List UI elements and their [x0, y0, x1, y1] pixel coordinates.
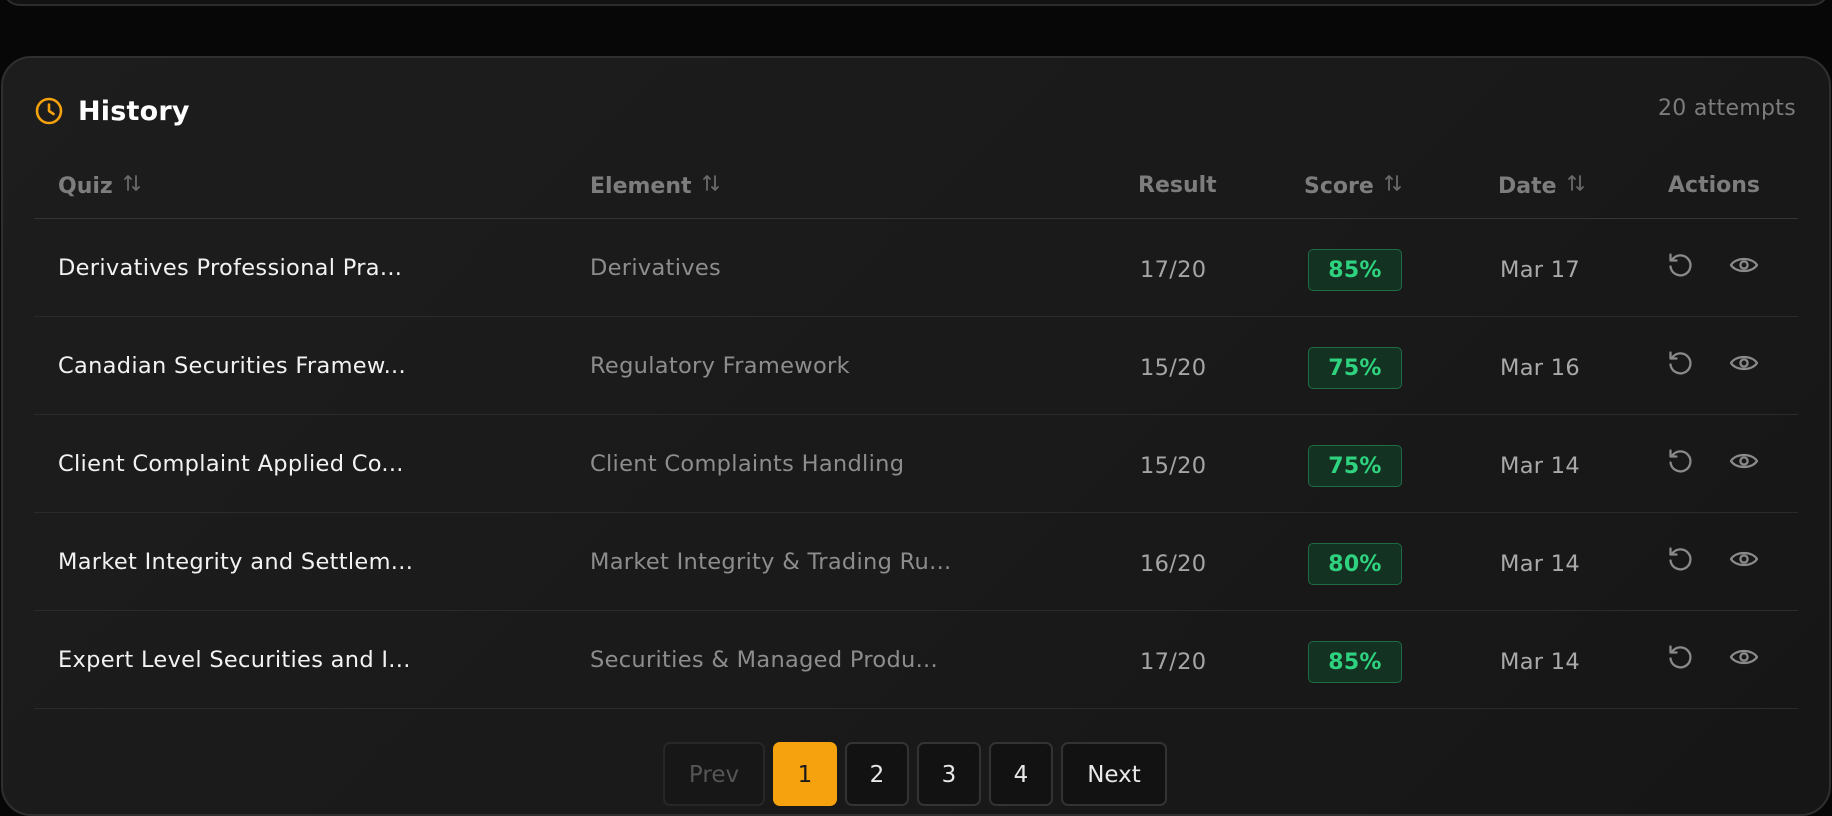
page-button-3[interactable]: 3: [917, 742, 981, 806]
table-row[interactable]: Expert Level Securities and I... Securit…: [34, 611, 1798, 709]
page-button-2[interactable]: 2: [845, 742, 909, 806]
eye-icon[interactable]: [1728, 251, 1760, 279]
pagination: Prev 1 2 3 4 Next: [663, 742, 1167, 806]
column-quiz[interactable]: Quiz: [58, 173, 141, 199]
column-actions: Actions: [1668, 173, 1760, 198]
column-date[interactable]: Date: [1498, 173, 1585, 199]
retry-icon[interactable]: [1664, 347, 1696, 379]
previous-card: [2, 0, 1830, 6]
score-badge: 75%: [1308, 445, 1402, 487]
quiz-name: Market Integrity and Settlem...: [58, 549, 414, 575]
date-value: Mar 14: [1500, 453, 1581, 479]
table-header: Quiz Element Result Score Date Actions: [34, 168, 1798, 219]
sort-icon: [1567, 173, 1585, 199]
column-score[interactable]: Score: [1304, 173, 1402, 199]
eye-icon[interactable]: [1728, 349, 1760, 377]
element-name: Market Integrity & Trading Ru...: [590, 549, 952, 575]
table-row[interactable]: Market Integrity and Settlem... Market I…: [34, 513, 1798, 611]
eye-icon[interactable]: [1728, 545, 1760, 573]
table-row[interactable]: Derivatives Professional Pra... Derivati…: [34, 219, 1798, 317]
score-badge: 80%: [1308, 543, 1402, 585]
column-element-label: Element: [590, 173, 692, 199]
result-value: 15/20: [1140, 355, 1207, 381]
eye-icon[interactable]: [1728, 447, 1760, 475]
column-result-label: Result: [1138, 173, 1217, 198]
column-element[interactable]: Element: [590, 173, 720, 199]
result-value: 15/20: [1140, 453, 1207, 479]
date-value: Mar 14: [1500, 551, 1581, 577]
element-name: Regulatory Framework: [590, 353, 850, 379]
score-badge: 85%: [1308, 249, 1402, 291]
sort-icon: [1384, 173, 1402, 199]
attempts-count: 20 attempts: [1657, 96, 1796, 121]
clock-icon: [34, 96, 64, 126]
prev-page-button[interactable]: Prev: [663, 742, 765, 806]
quiz-name: Client Complaint Applied Co...: [58, 451, 404, 477]
retry-icon[interactable]: [1664, 641, 1696, 673]
sort-icon: [702, 173, 720, 199]
sort-icon: [123, 173, 141, 199]
table-row[interactable]: Client Complaint Applied Co... Client Co…: [34, 415, 1798, 513]
date-value: Mar 14: [1500, 649, 1581, 675]
element-name: Securities & Managed Produ...: [590, 647, 938, 673]
result-value: 17/20: [1140, 257, 1207, 283]
column-score-label: Score: [1304, 173, 1374, 199]
retry-icon[interactable]: [1664, 249, 1696, 281]
history-header: History: [34, 94, 190, 128]
score-badge: 75%: [1308, 347, 1402, 389]
column-quiz-label: Quiz: [58, 173, 113, 199]
panel-title: History: [78, 95, 190, 127]
date-value: Mar 17: [1500, 257, 1581, 283]
date-value: Mar 16: [1500, 355, 1581, 381]
retry-icon[interactable]: [1664, 445, 1696, 477]
column-date-label: Date: [1498, 173, 1557, 199]
next-page-button[interactable]: Next: [1061, 742, 1167, 806]
column-actions-label: Actions: [1668, 173, 1760, 198]
result-value: 17/20: [1140, 649, 1207, 675]
eye-icon[interactable]: [1728, 643, 1760, 671]
column-result: Result: [1138, 173, 1217, 198]
retry-icon[interactable]: [1664, 543, 1696, 575]
quiz-name: Expert Level Securities and I...: [58, 647, 411, 673]
result-value: 16/20: [1140, 551, 1207, 577]
quiz-name: Canadian Securities Framew...: [58, 353, 406, 379]
table-row[interactable]: Canadian Securities Framew... Regulatory…: [34, 317, 1798, 415]
element-name: Derivatives: [590, 255, 722, 281]
score-badge: 85%: [1308, 641, 1402, 683]
quiz-name: Derivatives Professional Pra...: [58, 255, 403, 281]
page-button-1[interactable]: 1: [773, 742, 837, 806]
element-name: Client Complaints Handling: [590, 451, 905, 477]
page-button-4[interactable]: 4: [989, 742, 1053, 806]
